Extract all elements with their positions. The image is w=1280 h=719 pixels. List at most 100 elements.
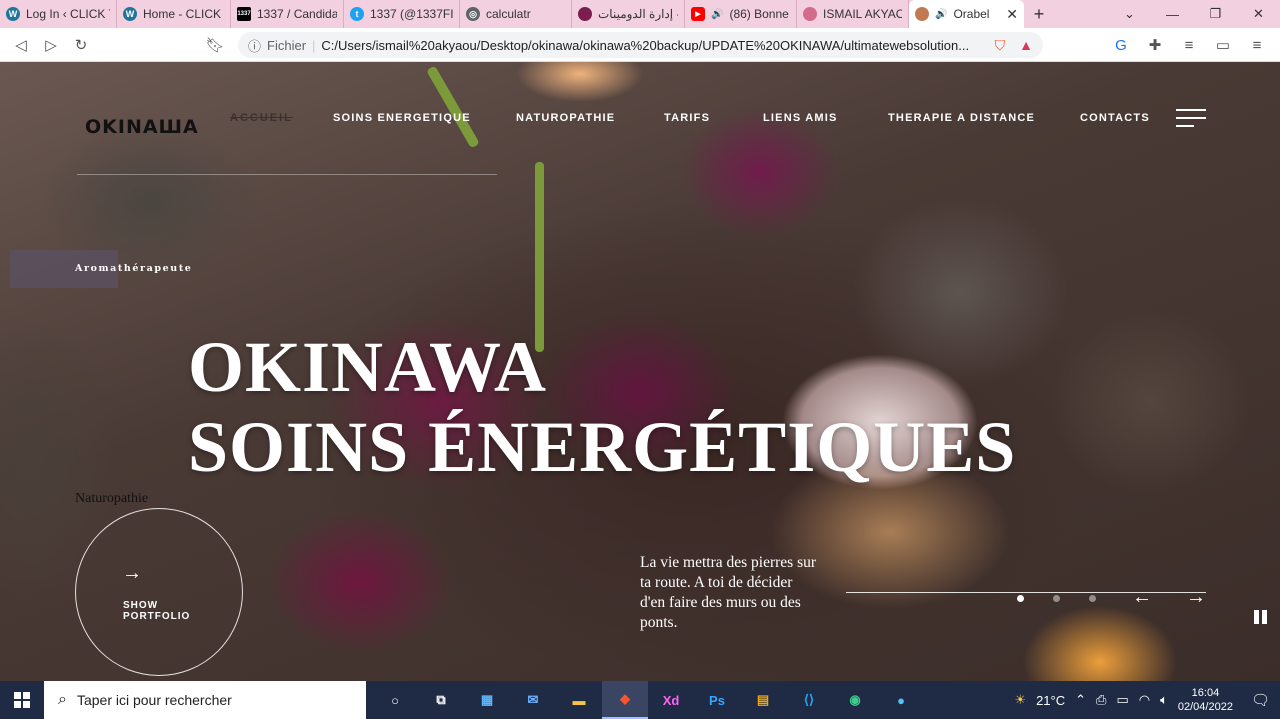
notification-icon[interactable]: 🗨︎	[1251, 691, 1270, 709]
window-controls: ⌄ — ❐ ✕	[1108, 0, 1280, 28]
brave-rewards-icon[interactable]: ▲	[1019, 37, 1033, 53]
wifi-icon[interactable]: ◠	[1139, 692, 1150, 708]
nav-link-liens-amis[interactable]: LIENS AMIS	[763, 112, 838, 124]
wordpress-icon: W	[6, 7, 20, 21]
nav-link-therapie[interactable]: THERAPIE A DISTANCE	[888, 112, 1035, 124]
browser-tab[interactable]: إدارة الدومينات -	[572, 0, 685, 28]
hero-quote: La vie mettra des pierres sur ta route. …	[640, 554, 817, 631]
windows-taskbar: ⌕ Taper ici pour rechercher ○ ⧉ ▦ ✉ ▬ ◆ …	[0, 681, 1280, 719]
close-window-icon[interactable]: ✕	[1237, 0, 1280, 28]
pause-icon[interactable]	[1254, 610, 1268, 624]
orchid-stem	[535, 162, 544, 352]
taskbar-search-placeholder: Taper ici pour rechercher	[76, 692, 232, 708]
back-icon[interactable]: ◁	[6, 30, 36, 60]
volume-icon[interactable]: 🔈︎	[1160, 692, 1168, 708]
brave-shield-icon[interactable]: ⛉	[995, 37, 1006, 54]
edge-icon[interactable]: ◉	[832, 681, 878, 719]
file-explorer-icon[interactable]: ▬	[556, 681, 602, 719]
weather-temp[interactable]: 21°C	[1036, 693, 1065, 708]
new-tab-button[interactable]: +	[1024, 4, 1054, 25]
maximize-icon[interactable]: ❐	[1194, 0, 1237, 28]
minimize-icon[interactable]: —	[1151, 0, 1194, 28]
forward-icon[interactable]: ▷	[36, 30, 66, 60]
show-portfolio-button[interactable]	[75, 508, 243, 676]
tab-label: ISMAIL AKYAOU	[823, 7, 902, 21]
globe-icon: ◎	[466, 7, 480, 21]
site-icon	[578, 7, 592, 21]
photoshop-icon[interactable]: Ps	[694, 681, 740, 719]
slider-prev-icon[interactable]: ←	[1132, 586, 1152, 609]
clock-time: 16:04	[1191, 687, 1220, 699]
mail-icon[interactable]: ✉	[510, 681, 556, 719]
clock-date: 02/04/2022	[1177, 701, 1233, 713]
browser-tab[interactable]: t 1337 (@1337FIL	[344, 0, 460, 28]
menu-icon[interactable]: ≡	[1242, 30, 1272, 60]
meet-now-icon[interactable]: ⎙	[1096, 692, 1106, 708]
taskbar-search[interactable]: ⌕ Taper ici pour rechercher	[44, 681, 366, 719]
reload-icon[interactable]: ↻	[66, 30, 96, 60]
windows-start-icon[interactable]	[0, 681, 44, 719]
extensions-icon[interactable]: ✚	[1140, 30, 1170, 60]
tab-label: calculatr	[486, 7, 531, 21]
media-controls-icon[interactable]: ≡	[1174, 30, 1204, 60]
info-icon[interactable]: ⓘ	[248, 36, 261, 55]
app-icon[interactable]: ●	[878, 681, 924, 719]
browser-tab[interactable]: W Log In ‹ CLICK T	[0, 0, 117, 28]
tag-label: Aromathérapeute	[75, 263, 193, 274]
wallet-icon[interactable]: ▭	[1208, 30, 1238, 60]
browser-tab[interactable]: 1337 1337 / Candidature	[231, 0, 344, 28]
tab-label: Orabel	[953, 7, 990, 21]
brave-browser-icon[interactable]: ◆	[602, 681, 648, 719]
tab-label: Log In ‹ CLICK T	[26, 7, 110, 21]
cortana-icon[interactable]: ○	[372, 681, 418, 719]
nav-link-soins[interactable]: SOINS ENERGETIQUE	[333, 112, 471, 124]
slider-track	[846, 592, 1206, 593]
wordpress-icon: W	[123, 7, 137, 21]
slider-dot[interactable]	[1053, 595, 1060, 602]
browser-tab[interactable]: ▶ 🔊 (86) Bonne M	[685, 0, 797, 28]
battery-icon[interactable]: ▭	[1116, 692, 1128, 708]
show-portfolio-label[interactable]: SHOW PORTFOLIO	[123, 600, 190, 622]
browser-tab-active[interactable]: 🔊 Orabel ✕	[909, 0, 1024, 28]
tab-label: (86) Bonne M	[729, 7, 790, 21]
search-icon: ⌕	[58, 691, 67, 708]
tab-label: 1337 (@1337FIL	[370, 7, 453, 21]
nav-divider	[77, 174, 497, 175]
site-icon	[803, 7, 817, 21]
browser-tab-strip: W Log In ‹ CLICK T W Home - CLICK T 1337…	[0, 0, 1280, 28]
clock[interactable]: 16:04 02/04/2022	[1178, 686, 1233, 714]
winrar-icon[interactable]: ▤	[740, 681, 786, 719]
main-nav: SOINS ENERGETIQUE NATUROPATHIE TARIFS LI…	[0, 112, 1280, 126]
hamburger-menu-icon[interactable]	[1176, 109, 1206, 129]
bookmark-icon[interactable]: 🔖︎	[200, 30, 230, 60]
adobe-xd-icon[interactable]: Xd	[648, 681, 694, 719]
browser-tab[interactable]: W Home - CLICK T	[117, 0, 231, 28]
store-icon[interactable]: ▦	[464, 681, 510, 719]
nav-link-contacts[interactable]: CONTACTS	[1080, 112, 1150, 124]
nav-link-tarifs[interactable]: TARIFS	[664, 112, 710, 124]
slider-dot[interactable]	[1017, 595, 1024, 602]
youtube-icon: ▶	[691, 7, 705, 21]
task-view-icon[interactable]: ⧉	[418, 681, 464, 719]
arrow-right-icon: →	[122, 562, 142, 584]
browser-tab[interactable]: ISMAIL AKYAOU	[797, 0, 909, 28]
twitter-icon: t	[350, 7, 364, 21]
nav-link-naturopathie[interactable]: NATUROPATHIE	[516, 112, 615, 124]
slider-next-icon[interactable]: →	[1186, 586, 1206, 609]
address-bar[interactable]: ⓘ Fichier | C:/Users/ismail%20akyaou/Des…	[238, 32, 1043, 58]
cta-line-1: SHOW	[123, 600, 159, 611]
hero-title-line-2: SOINS ÉNERGÉTIQUES	[188, 407, 1017, 487]
tab-search-icon[interactable]: ⌄	[1108, 0, 1151, 28]
close-tab-icon[interactable]: ✕	[1006, 6, 1018, 23]
system-tray: ☀ 21°C ⌃ ⎙ ▭ ◠ 🔈︎ 16:04 02/04/2022 🗨︎	[1014, 681, 1280, 719]
vscode-icon[interactable]: ⟨⟩	[786, 681, 832, 719]
translate-icon[interactable]: G	[1106, 30, 1136, 60]
browser-toolbar: ◁ ▷ ↻ 🔖︎ ⓘ Fichier | C:/Users/ismail%20a…	[0, 28, 1280, 62]
slider-dot[interactable]	[1089, 595, 1096, 602]
address-url[interactable]: C:/Users/ismail%20akyaou/Desktop/okinawa…	[321, 38, 969, 53]
browser-tab[interactable]: ◎ calculatr	[460, 0, 572, 28]
chevron-up-icon[interactable]: ⌃	[1075, 692, 1086, 708]
weather-icon[interactable]: ☀	[1014, 692, 1026, 708]
tab-label: Home - CLICK T	[143, 7, 224, 21]
hero-title: OKINAWA SOINS ÉNERGÉTIQUES	[188, 327, 1016, 487]
